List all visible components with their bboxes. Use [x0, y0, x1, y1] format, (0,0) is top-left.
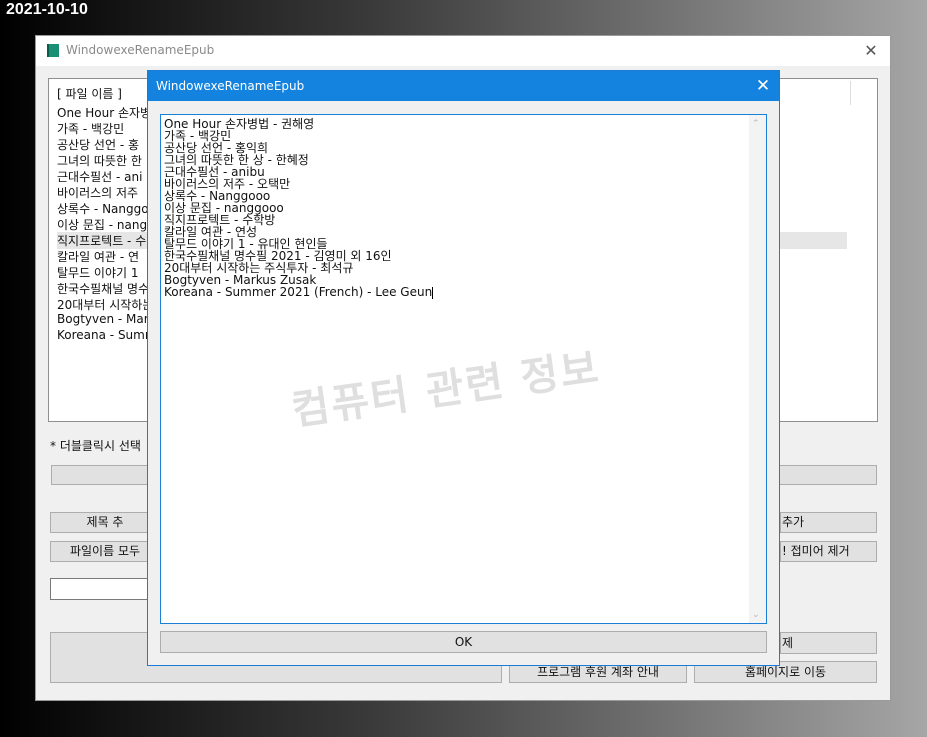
delete-button[interactable]: 제	[780, 632, 877, 654]
add-button[interactable]: 추가	[780, 512, 877, 533]
list-item[interactable]: 칼라일 여관 - 연	[57, 248, 139, 265]
list-item[interactable]: 20대부터 시작하는	[57, 296, 153, 313]
dialog-title-bar: WindowexeRenameEpub ✕	[148, 71, 779, 101]
list-item[interactable]: 탈무드 이야기 1	[57, 264, 139, 281]
main-title-bar: WindowexeRenameEpub ✕	[36, 36, 890, 66]
list-item[interactable]: 그녀의 따뜻한 한	[57, 152, 142, 169]
list-header: [ 파일 이름 ]	[57, 87, 122, 101]
text-input[interactable]	[50, 578, 156, 600]
filename-all-button[interactable]: 파일이름 모두	[50, 541, 160, 562]
dialog-title: WindowexeRenameEpub	[156, 79, 305, 93]
list-item[interactable]: One Hour 손자병	[57, 104, 151, 121]
list-item[interactable]: 가족 - 백강민	[57, 120, 124, 137]
app-book-icon	[47, 44, 59, 57]
scroll-down-icon[interactable]: ⌄	[752, 610, 760, 620]
scroll-up-icon[interactable]: ⌃	[752, 119, 760, 129]
ok-button[interactable]: OK	[160, 631, 767, 653]
title-extract-button[interactable]: 제목 추	[50, 512, 160, 533]
text-line-content: Koreana - Summer 2021 (French) - Lee Geu…	[164, 285, 433, 299]
double-click-note: * 더블클릭시 선택	[50, 439, 141, 453]
dialog-close-icon[interactable]: ✕	[750, 73, 776, 99]
text-line-last: Koreana - Summer 2021 (French) - Lee Geu…	[164, 285, 434, 299]
list-item[interactable]: Koreana - Summ	[57, 328, 157, 342]
close-icon[interactable]: ✕	[858, 39, 884, 63]
list-item[interactable]: 한국수필채널 명수	[57, 280, 149, 297]
list-item[interactable]: 이상 문집 - nang	[57, 216, 147, 233]
remove-affix-button[interactable]: ! 접미어 제거	[780, 541, 877, 562]
list-item[interactable]: 상록수 - Nanggo	[57, 200, 149, 217]
list-item[interactable]: Bogtyven - Mark	[57, 312, 156, 326]
desktop-date: 2021-10-10	[6, 1, 88, 18]
list-scrollbar-edge	[850, 81, 851, 105]
list-item[interactable]: 공산당 선언 - 홍	[57, 136, 139, 153]
textarea-scrollbar[interactable]: ⌃ ⌄	[749, 115, 766, 623]
list-item[interactable]: 근대수필선 - ani	[57, 168, 142, 185]
list-item[interactable]: 바이러스의 저주	[57, 184, 138, 201]
text-caret	[432, 286, 434, 299]
main-window-title: WindowexeRenameEpub	[66, 43, 215, 57]
